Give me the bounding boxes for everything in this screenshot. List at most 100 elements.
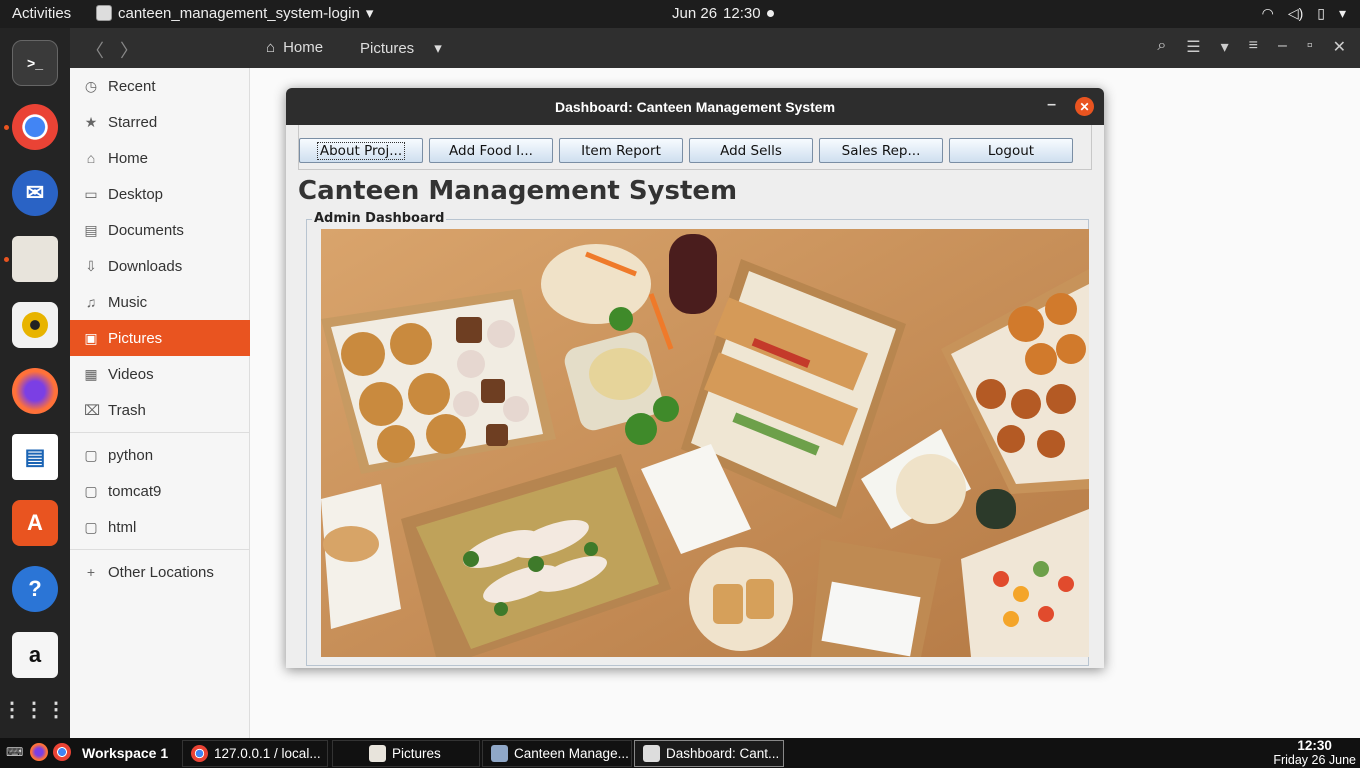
chrome-icon[interactable] xyxy=(12,104,58,150)
running-indicator xyxy=(4,257,9,262)
task-dashboard[interactable]: Dashboard: Cant... xyxy=(634,740,784,767)
task-label: Dashboard: Cant... xyxy=(666,746,780,761)
software-center-icon[interactable]: A xyxy=(12,500,58,546)
dashboard-titlebar[interactable]: Dashboard: Canteen Management System – ✕ xyxy=(286,88,1104,125)
home-icon: ⌂ xyxy=(86,150,96,166)
task-canteen-manage[interactable]: Canteen Manage... xyxy=(482,740,632,767)
wifi-icon: ◠ xyxy=(1261,5,1274,21)
sidebar-item-label: Home xyxy=(108,149,149,167)
sidebar-item-tomcat9[interactable]: ▢ tomcat9 xyxy=(70,473,250,509)
app-menu[interactable]: canteen_management_system-login ▾ xyxy=(96,4,373,22)
files-icon[interactable] xyxy=(12,236,58,282)
activities-button[interactable]: Activities xyxy=(12,5,71,22)
clock-date: Jun 26 xyxy=(672,5,718,22)
minimize-icon[interactable]: – xyxy=(1278,37,1287,57)
sidebar-item-html[interactable]: ▢ html xyxy=(70,509,250,545)
chrome-icon[interactable] xyxy=(53,743,71,761)
taskbar-time: 12:30 xyxy=(1297,738,1332,753)
desktop-icon: ▭ xyxy=(84,185,98,202)
top-bar: Activities canteen_management_system-log… xyxy=(0,0,1360,28)
sidebar-item-other-locations[interactable]: + Other Locations xyxy=(70,554,250,590)
sidebar-item-documents[interactable]: ▤ Documents xyxy=(70,212,250,248)
sidebar-divider xyxy=(70,432,250,433)
java-app-icon xyxy=(96,5,112,21)
help-icon[interactable]: ? xyxy=(12,566,58,612)
sidebar-item-python[interactable]: ▢ python xyxy=(70,437,250,473)
sidebar-item-pictures[interactable]: ▣ Pictures xyxy=(70,320,250,356)
breadcrumb-home[interactable]: ⌂ Home xyxy=(266,39,323,56)
clock[interactable]: Jun 26 12:30 xyxy=(672,5,774,22)
sidebar-item-label: Recent xyxy=(108,77,156,95)
task-phpmyadmin[interactable]: 127.0.0.1 / local... xyxy=(182,740,328,767)
close-icon[interactable]: ✕ xyxy=(1333,37,1346,57)
task-label: 127.0.0.1 / local... xyxy=(214,746,321,761)
taskbar: ⌨ Workspace 1 127.0.0.1 / local... Pictu… xyxy=(0,738,1360,768)
button-label: Item Report xyxy=(581,142,661,159)
taskbar-date: Friday 26 June xyxy=(1273,753,1356,767)
firefox-icon[interactable] xyxy=(30,743,48,761)
breadcrumb-home-label: Home xyxy=(283,39,324,56)
sidebar-item-label: Videos xyxy=(108,365,154,383)
maximize-icon[interactable]: ▫ xyxy=(1307,37,1313,57)
star-icon: ★ xyxy=(84,113,98,130)
workspace-label[interactable]: Workspace 1 xyxy=(82,745,168,761)
system-tray[interactable]: ◠ ◁) ▯ ▾ xyxy=(1262,5,1346,22)
terminal-icon[interactable]: >_ xyxy=(12,40,58,86)
task-label: Pictures xyxy=(392,746,441,761)
item-report-button[interactable]: Item Report xyxy=(559,138,683,163)
menu-icon[interactable]: ≡ xyxy=(1249,37,1258,57)
dashboard-window: Dashboard: Canteen Management System – ✕… xyxy=(286,88,1104,668)
folder-icon: ▢ xyxy=(84,518,98,535)
sidebar-item-downloads[interactable]: ⇩ Downloads xyxy=(70,248,250,284)
keyboard-icon[interactable]: ⌨ xyxy=(6,745,23,759)
chevron-down-icon[interactable]: ▾ xyxy=(1221,37,1229,57)
sidebar-item-label: Other Locations xyxy=(108,563,214,581)
chrome-icon xyxy=(191,745,208,762)
firefox-icon[interactable] xyxy=(12,368,58,414)
list-view-icon[interactable]: ☰ xyxy=(1186,37,1200,57)
chevron-down-icon: ▾ xyxy=(434,40,442,57)
thunderbird-icon[interactable]: ✉ xyxy=(12,170,58,216)
clock-time: 12:30 xyxy=(723,5,761,22)
close-icon[interactable]: ✕ xyxy=(1075,97,1094,116)
breadcrumb-pictures[interactable]: Pictures ▾ xyxy=(360,39,442,58)
sidebar-item-recent[interactable]: ◷ Recent xyxy=(70,68,250,104)
button-label: Add Sells xyxy=(720,142,782,159)
sidebar-item-home[interactable]: ⌂ Home xyxy=(70,140,250,176)
clock-icon: ◷ xyxy=(84,77,98,94)
writer-icon[interactable]: ▤ xyxy=(12,434,58,480)
sidebar-item-videos[interactable]: ▦ Videos xyxy=(70,356,250,392)
app-menu-label: canteen_management_system-login xyxy=(118,4,360,22)
dock: >_ ✉ ▤ A ? a ⋮⋮⋮ xyxy=(0,28,70,738)
forward-icon[interactable]: 〉 xyxy=(120,37,138,63)
show-apps-icon[interactable]: ⋮⋮⋮ xyxy=(2,686,66,732)
sidebar-item-starred[interactable]: ★ Starred xyxy=(70,104,250,140)
logout-button[interactable]: Logout xyxy=(949,138,1073,163)
sidebar-item-label: Trash xyxy=(108,401,146,419)
files-toolbar: ⌕ ☰ ▾ ≡ – ▫ ✕ xyxy=(1157,37,1346,57)
sales-report-button[interactable]: Sales Rep... xyxy=(819,138,943,163)
sidebar-item-music[interactable]: ♫ Music xyxy=(70,284,250,320)
sidebar-item-label: Pictures xyxy=(108,329,163,347)
folder-icon xyxy=(369,745,386,762)
minimize-icon[interactable]: – xyxy=(1047,96,1056,114)
picture-icon: ▣ xyxy=(84,329,98,346)
back-icon[interactable]: 〈 xyxy=(86,37,104,63)
sidebar-item-label: Documents xyxy=(108,221,184,239)
button-label: Sales Rep... xyxy=(841,142,921,159)
add-food-item-button[interactable]: Add Food I... xyxy=(429,138,553,163)
sidebar-item-desktop[interactable]: ▭ Desktop xyxy=(70,176,250,212)
about-project-button[interactable]: About Proj... xyxy=(299,138,423,163)
chevron-down-icon: ▾ xyxy=(1338,5,1346,21)
task-label: Canteen Manage... xyxy=(514,746,629,761)
sidebar-item-trash[interactable]: ⌧ Trash xyxy=(70,392,250,428)
search-icon[interactable]: ⌕ xyxy=(1157,37,1166,57)
chevron-down-icon: ▾ xyxy=(365,5,374,22)
amazon-icon[interactable]: a xyxy=(12,632,58,678)
add-sells-button[interactable]: Add Sells xyxy=(689,138,813,163)
java-app-icon xyxy=(643,745,660,762)
task-pictures[interactable]: Pictures xyxy=(332,740,480,767)
taskbar-clock[interactable]: 12:30 Friday 26 June xyxy=(1273,738,1356,767)
folder-icon: ▢ xyxy=(84,482,98,499)
rhythmbox-icon[interactable] xyxy=(12,302,58,348)
